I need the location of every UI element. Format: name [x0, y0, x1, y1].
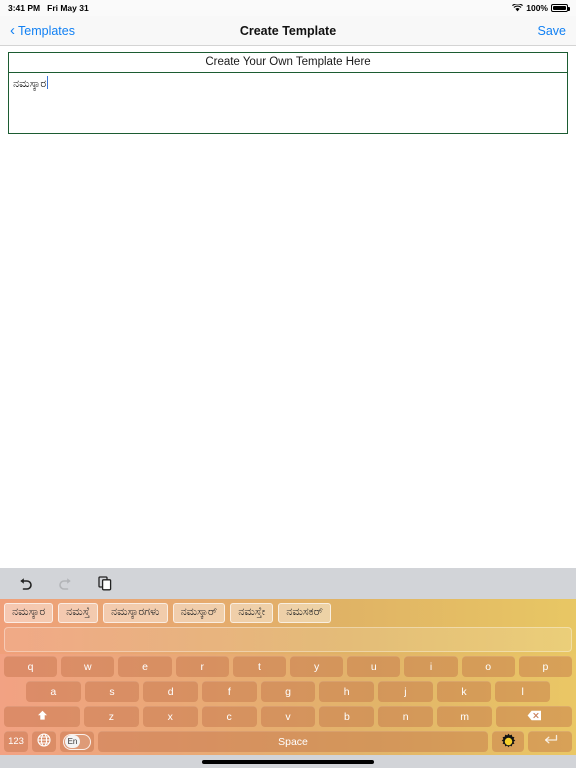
- page-title: Create Template: [239, 23, 337, 38]
- status-bar: 3:41 PM Fri May 31 100%: [0, 0, 576, 16]
- key-y[interactable]: y: [290, 656, 344, 677]
- key-m[interactable]: m: [437, 706, 493, 727]
- keyboard-row-2: a s d f g h j k l: [2, 681, 574, 702]
- battery-percent: 100%: [526, 3, 548, 13]
- navigation-bar: ‹ Templates Create Template Save: [0, 16, 576, 46]
- language-toggle-key[interactable]: En: [60, 731, 94, 752]
- text-caret: [47, 76, 49, 89]
- suggestion-chip[interactable]: ನಮಸ್ತೆ: [58, 602, 98, 623]
- back-button[interactable]: ‹ Templates: [10, 23, 75, 38]
- shift-key[interactable]: [4, 706, 80, 727]
- settings-key[interactable]: [492, 731, 524, 752]
- globe-key[interactable]: [32, 731, 56, 752]
- template-text-value: ನಮಸ್ಕಾರ: [13, 78, 47, 90]
- language-toggle-label: En: [65, 735, 80, 748]
- suggestion-chip[interactable]: ನಮಸ್ಕಾರಗಳು: [102, 602, 168, 623]
- key-g[interactable]: g: [260, 681, 316, 702]
- key-k[interactable]: k: [436, 681, 492, 702]
- return-icon: [543, 734, 558, 749]
- status-bar-left: 3:41 PM Fri May 31: [8, 3, 89, 13]
- keyboard-keys: q w e r t y u i o p a s d f g h j k l z …: [0, 654, 576, 755]
- key-n[interactable]: n: [378, 706, 434, 727]
- backspace-icon: [527, 710, 542, 724]
- key-w[interactable]: w: [61, 656, 115, 677]
- keyboard-toolbar: [0, 568, 576, 599]
- language-toggle-switch: En: [63, 733, 91, 750]
- key-p[interactable]: p: [518, 656, 573, 677]
- status-date: Fri May 31: [47, 3, 89, 13]
- home-indicator-area: [0, 755, 576, 768]
- globe-icon: [37, 733, 51, 750]
- back-button-label: Templates: [18, 23, 75, 38]
- key-s[interactable]: s: [84, 681, 140, 702]
- return-key[interactable]: [528, 731, 572, 752]
- key-e[interactable]: e: [118, 656, 172, 677]
- gear-icon: [500, 733, 517, 750]
- shift-icon: [37, 710, 48, 724]
- keyboard-row-1: q w e r t y u i o p: [2, 656, 574, 677]
- key-t[interactable]: t: [232, 656, 287, 677]
- key-l[interactable]: l: [495, 681, 551, 702]
- template-editor-box: Create Your Own Template Here ನಮಸ್ಕಾರ: [8, 52, 568, 134]
- backspace-key[interactable]: [496, 706, 573, 727]
- key-q[interactable]: q: [4, 656, 58, 677]
- key-f[interactable]: f: [202, 681, 257, 702]
- battery-icon: [551, 4, 570, 12]
- key-r[interactable]: r: [175, 656, 229, 677]
- key-v[interactable]: v: [260, 706, 316, 727]
- template-editor-header: Create Your Own Template Here: [9, 53, 567, 73]
- key-z[interactable]: z: [84, 706, 139, 727]
- suggestion-chip[interactable]: ನಮಸ್ತೇ: [230, 602, 274, 623]
- keyboard-row-4: 123 En Space: [2, 731, 574, 752]
- key-x[interactable]: x: [142, 706, 198, 727]
- keyboard: ನಮಸ್ಕಾರ ನಮಸ್ತೆ ನಮಸ್ಕಾರಗಳು ನಮಸ್ಕಾರ್ ನಮಸ್ತ…: [0, 568, 576, 768]
- secondary-suggestion-area: [4, 627, 572, 652]
- clipboard-icon[interactable]: [95, 574, 115, 594]
- key-i[interactable]: i: [404, 656, 458, 677]
- redo-icon: [55, 574, 75, 594]
- suggestion-chip[interactable]: ನಮಸ್ಕಾರ್: [172, 602, 226, 623]
- wifi-icon: [512, 4, 524, 12]
- key-o[interactable]: o: [461, 656, 515, 677]
- chevron-left-icon: ‹: [10, 22, 15, 39]
- undo-icon[interactable]: [15, 574, 35, 594]
- status-time: 3:41 PM: [8, 3, 41, 13]
- key-h[interactable]: h: [319, 681, 375, 702]
- key-b[interactable]: b: [319, 706, 375, 727]
- template-editor-region: Create Your Own Template Here ನಮಸ್ಕಾರ: [0, 46, 576, 134]
- key-j[interactable]: j: [378, 681, 433, 702]
- secondary-suggestion-bar[interactable]: [0, 626, 576, 654]
- key-a[interactable]: a: [26, 681, 81, 702]
- keyboard-row-3: z x c v b n m: [2, 706, 574, 727]
- space-key[interactable]: Space: [98, 731, 488, 752]
- key-c[interactable]: c: [201, 706, 257, 727]
- template-text-input[interactable]: ನಮಸ್ಕಾರ: [9, 73, 567, 133]
- numbers-key[interactable]: 123: [4, 731, 28, 752]
- save-button[interactable]: Save: [538, 24, 567, 38]
- suggestion-bar: ನಮಸ್ಕಾರ ನಮಸ್ತೆ ನಮಸ್ಕಾರಗಳು ನಮಸ್ಕಾರ್ ನಮಸ್ತ…: [0, 599, 576, 626]
- suggestion-chip[interactable]: ನಮಸಕರ್: [278, 602, 332, 623]
- suggestion-chip[interactable]: ನಮಸ್ಕಾರ: [4, 602, 54, 623]
- key-d[interactable]: d: [143, 681, 199, 702]
- key-u[interactable]: u: [347, 656, 401, 677]
- home-indicator[interactable]: [202, 759, 374, 764]
- status-bar-right: 100%: [512, 3, 570, 13]
